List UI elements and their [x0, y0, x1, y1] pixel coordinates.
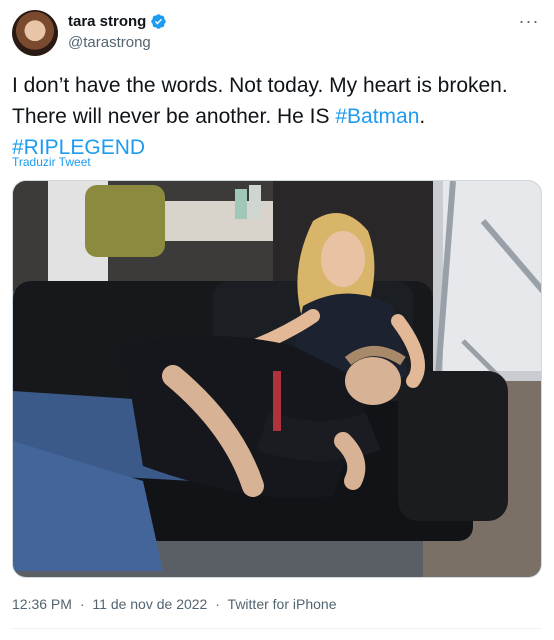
tweet-line-2-text: There will never be another. He IS [12, 105, 336, 128]
tweet-photo[interactable] [12, 180, 542, 578]
tweet-date[interactable]: 11 de nov de 2022 [92, 596, 207, 612]
tweet-line-2: There will never be another. He IS #Batm… [12, 101, 542, 132]
translate-tweet-link[interactable]: Traduzir Tweet [12, 155, 91, 169]
tweet-time[interactable]: 12:36 PM [12, 596, 72, 612]
author-handle[interactable]: @tarastrong [68, 34, 151, 51]
photo-illustration [13, 181, 541, 577]
author-display-name[interactable]: tara strong [68, 13, 146, 30]
meta-separator: · [79, 596, 85, 612]
hashtag-batman[interactable]: #Batman [335, 105, 419, 128]
more-options-icon[interactable]: ··· [518, 10, 540, 32]
avatar[interactable] [12, 10, 58, 56]
tweet-source[interactable]: Twitter for iPhone [228, 596, 337, 612]
meta-separator: · [215, 596, 220, 612]
tweet-line-1: I don’t have the words. Not today. My he… [12, 74, 508, 97]
tweet-meta: 12:36 PM · 11 de nov de 2022 · Twitter f… [12, 596, 336, 612]
tweet-text: I don’t have the words. Not today. My he… [12, 70, 542, 163]
verified-badge-icon [151, 14, 167, 29]
tweet-line-2-end: . [419, 105, 426, 128]
divider [12, 628, 542, 629]
author-name-row[interactable]: tara strong [68, 13, 167, 30]
